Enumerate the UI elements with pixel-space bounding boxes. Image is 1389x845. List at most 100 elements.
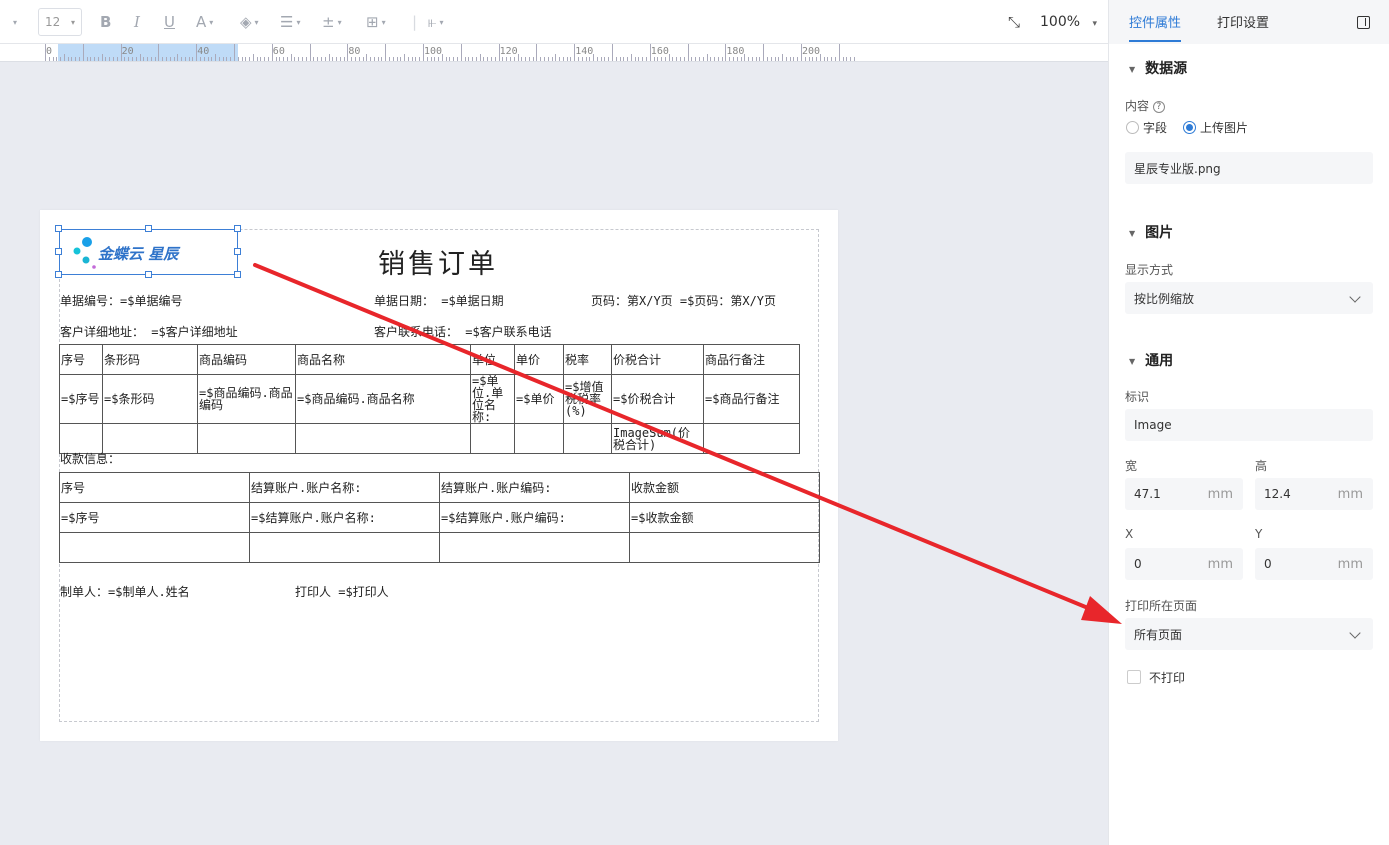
document-title[interactable]: 销售订单 [378,242,498,281]
table-cell[interactable]: 序号 [59,344,103,375]
table-cell[interactable] [629,532,820,563]
vertical-align-icon[interactable]: ± ▾ [322,0,342,44]
fit-page-icon[interactable]: ⤡ [1008,0,1020,44]
table-row[interactable]: =$序号 =$条形码 =$商品编码.商品编码 =$商品编码.商品名称 =$单位.单位名称… [59,374,800,424]
table-cell[interactable]: =$价税合计 [611,374,704,424]
table-row[interactable]: 序号 结算账户.账户名称: 结算账户.账户编码: 收款金额 [59,472,820,503]
resize-handle[interactable] [145,271,152,278]
section-datasource[interactable]: ▼ 数据源 [1129,58,1187,78]
table-cell[interactable] [563,423,612,454]
width-input[interactable]: 47.1 mm [1125,478,1243,510]
x-input[interactable]: 0 mm [1125,548,1243,580]
table-cell[interactable]: 税率 [563,344,612,375]
chevron-down-icon[interactable]: ▾ [10,0,17,44]
items-table[interactable]: 序号 条形码 商品编码 商品名称 单位 单价 税率 价税合计 商品行备注 =$序号 =$条形码 =$商… [59,344,800,454]
table-cell[interactable]: =$商品编码.商品名称 [295,374,471,424]
table-cell[interactable]: =$序号 [59,502,250,533]
zoom-select[interactable]: 100% ▾ [1040,14,1097,30]
table-cell[interactable]: 单位 [470,344,515,375]
font-size-select[interactable]: 12 ▾ [38,8,82,36]
phone-field[interactable]: 客户联系电话： =$客户联系电话 [374,323,552,340]
creator-field[interactable]: 制单人：=$制单人.姓名 [60,583,190,600]
table-cell[interactable]: =$条形码 [102,374,198,424]
no-print-label[interactable]: 不打印 [1149,669,1185,686]
resize-handle[interactable] [55,248,62,255]
height-input[interactable]: 12.4 mm [1255,478,1373,510]
table-cell[interactable]: =$商品编码.商品编码 [197,374,296,424]
resize-handle[interactable] [55,225,62,232]
content-label: 内容 ? [1125,97,1165,114]
page-number-field[interactable]: 页码：第X/Y页 =$页码：第X/Y页 [591,292,776,309]
layout-icon[interactable]: ⫦ ▾ [428,0,443,44]
table-cell[interactable]: 条形码 [102,344,198,375]
table-cell[interactable]: =$结算账户.账户名称: [249,502,440,533]
radio-upload-image[interactable] [1183,121,1196,134]
radio-field[interactable] [1126,121,1139,134]
help-icon[interactable]: ? [1152,100,1165,113]
table-cell[interactable]: =$增值税税率(%) [563,374,612,424]
table-cell[interactable] [102,423,198,454]
uploaded-file-field[interactable]: 星辰专业版.png [1125,152,1373,184]
doc-no-field[interactable]: 单据编号：=$单据编号 [60,292,182,309]
table-cell[interactable]: 收款金额 [629,472,820,503]
resize-handle[interactable] [145,225,152,232]
table-row[interactable]: ImageSum(价税合计) [59,423,800,454]
table-cell[interactable]: 商品编码 [197,344,296,375]
tab-print-settings[interactable]: 打印设置 [1217,12,1269,31]
table-cell[interactable] [295,423,471,454]
italic-icon[interactable]: I [134,0,140,44]
table-cell[interactable] [197,423,296,454]
table-cell[interactable]: =$序号 [59,374,103,424]
table-cell[interactable]: 商品行备注 [703,344,800,375]
section-general[interactable]: ▼ 通用 [1129,350,1173,370]
table-cell[interactable]: 结算账户.账户编码: [439,472,630,503]
no-print-checkbox[interactable] [1127,670,1141,684]
table-cell[interactable]: =$收款金额 [629,502,820,533]
table-cell[interactable]: =$单位.单位名称: [470,374,515,424]
table-cell[interactable]: 序号 [59,472,250,503]
address-field[interactable]: 客户详细地址： =$客户详细地址 [60,323,238,340]
table-cell[interactable] [470,423,515,454]
radio-upload-label[interactable]: 上传图片 [1200,119,1248,136]
table-cell[interactable]: 商品名称 [295,344,471,375]
fill-color-icon[interactable]: ◈ ▾ [240,0,259,44]
border-icon[interactable]: ⊞ ▾ [366,0,386,44]
underline-icon[interactable]: U [164,0,175,44]
id-input[interactable]: Image [1125,409,1373,441]
table-cell[interactable] [439,532,630,563]
selection-box[interactable] [59,229,238,275]
printer-field[interactable]: 打印人 =$打印人 [295,583,389,600]
table-row[interactable]: 序号 条形码 商品编码 商品名称 单位 单价 税率 价税合计 商品行备注 [59,344,800,375]
payment-info-label[interactable]: 收款信息： [60,450,120,467]
y-input[interactable]: 0 mm [1255,548,1373,580]
table-cell[interactable] [249,532,440,563]
collapse-panel-icon[interactable] [1357,16,1370,29]
resize-handle[interactable] [55,271,62,278]
section-image[interactable]: ▼ 图片 [1129,222,1173,242]
resize-handle[interactable] [234,225,241,232]
table-cell[interactable] [59,423,103,454]
table-cell[interactable] [514,423,564,454]
print-page-select[interactable]: 所有页面 [1125,618,1373,650]
resize-handle[interactable] [234,248,241,255]
payment-table[interactable]: 序号 结算账户.账户名称: 结算账户.账户编码: 收款金额 =$序号 =$结算账户.账户名… [59,472,820,563]
table-cell[interactable]: =$结算账户.账户编码: [439,502,630,533]
resize-handle[interactable] [234,271,241,278]
table-cell[interactable]: 价税合计 [611,344,704,375]
bold-icon[interactable]: B [100,0,111,44]
doc-date-field[interactable]: 单据日期： =$单据日期 [374,292,504,309]
table-row[interactable] [59,532,820,563]
font-color-icon[interactable]: A ▾ [196,0,213,44]
display-mode-select[interactable]: 按比例缩放 [1125,282,1373,314]
table-row[interactable]: =$序号 =$结算账户.账户名称: =$结算账户.账户编码: =$收款金额 [59,502,820,533]
align-icon[interactable]: ☰ ▾ [280,0,300,44]
table-cell[interactable]: =$商品行备注 [703,374,800,424]
table-cell[interactable]: =$单价 [514,374,564,424]
table-cell[interactable]: 结算账户.账户名称: [249,472,440,503]
table-cell[interactable] [703,423,800,454]
table-cell[interactable] [59,532,250,563]
radio-field-label[interactable]: 字段 [1143,119,1167,136]
tab-control-properties[interactable]: 控件属性 [1129,12,1181,31]
table-cell[interactable]: ImageSum(价税合计) [611,423,704,454]
table-cell[interactable]: 单价 [514,344,564,375]
